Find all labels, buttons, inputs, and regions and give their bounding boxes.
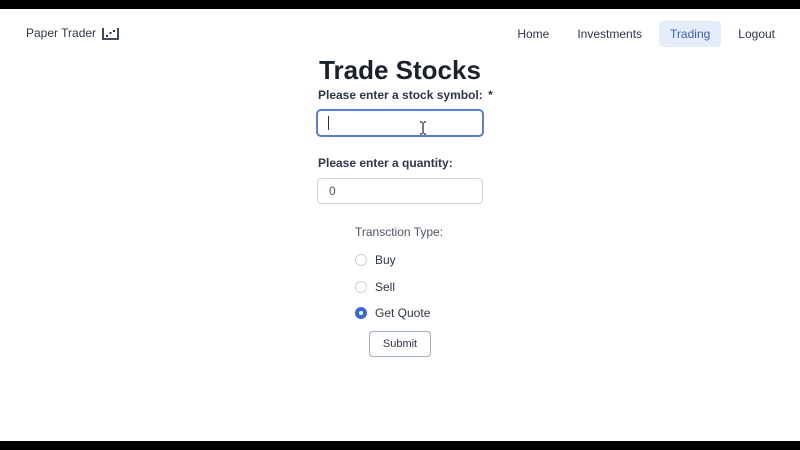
- nav-home[interactable]: Home: [506, 21, 560, 47]
- radio-label-buy: Buy: [375, 253, 396, 267]
- radio-label-get-quote: Get Quote: [375, 306, 431, 320]
- text-caret: [328, 116, 329, 130]
- nav-logout[interactable]: Logout: [727, 21, 786, 47]
- ibeam-cursor-icon: [420, 121, 426, 135]
- nav-trading[interactable]: Trading: [659, 21, 722, 47]
- symbol-label-text: Please enter a stock symbol:: [318, 88, 483, 102]
- brand-logo[interactable]: Paper Trader: [26, 26, 119, 40]
- symbol-input[interactable]: [317, 110, 483, 136]
- page-title: Trade Stocks: [319, 55, 481, 85]
- radio-option-get-quote[interactable]: Get Quote: [355, 306, 430, 320]
- radio-buy[interactable]: [355, 254, 367, 266]
- radio-label-sell: Sell: [375, 280, 396, 294]
- transaction-type-label: Transction Type:: [355, 225, 444, 239]
- brand-name: Paper Trader: [26, 26, 97, 40]
- symbol-field-label: Please enter a stock symbol: *: [318, 88, 493, 102]
- quantity-field-label: Please enter a quantity:: [318, 156, 453, 170]
- radio-option-sell[interactable]: Sell: [355, 280, 395, 294]
- quantity-input[interactable]: [317, 178, 483, 204]
- required-mark: *: [488, 88, 493, 102]
- chart-icon: [102, 27, 119, 40]
- radio-option-buy[interactable]: Buy: [355, 253, 396, 267]
- nav-investments[interactable]: Investments: [566, 21, 653, 47]
- top-nav: Home Investments Trading Logout: [500, 21, 786, 47]
- submit-button[interactable]: Submit: [369, 331, 431, 357]
- app-viewport: Paper Trader Home Investments Trading Lo…: [0, 9, 800, 441]
- radio-get-quote[interactable]: [355, 307, 367, 319]
- radio-sell[interactable]: [355, 281, 367, 293]
